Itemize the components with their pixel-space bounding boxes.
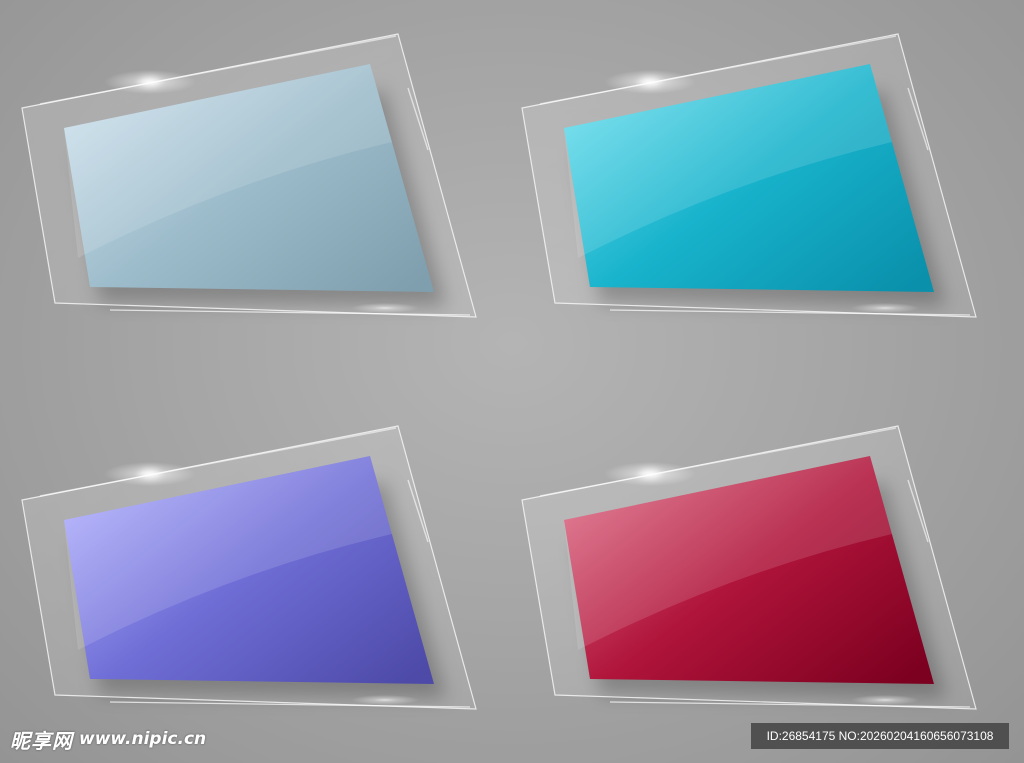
sparkle-core xyxy=(640,78,660,86)
sparkle-flare-bottom xyxy=(851,303,919,313)
glass-panel-light-blue xyxy=(21,33,477,318)
watermark-logo: 昵享网 www.nipic.cn xyxy=(10,722,206,756)
glass-panel-crimson xyxy=(521,425,977,710)
sparkle-core xyxy=(640,470,660,478)
sparkle-core xyxy=(140,78,160,86)
sparkle-core xyxy=(140,470,160,478)
sparkle-flare-bottom xyxy=(851,695,919,705)
watermark-url: www.nipic.cn xyxy=(79,729,207,749)
sparkle-flare-bottom xyxy=(351,695,419,705)
watermark-logo-text: 昵享网 xyxy=(10,728,73,753)
glass-panels-scene xyxy=(21,33,977,710)
glass-panel-purple xyxy=(21,425,477,710)
glass-panel-cyan xyxy=(521,33,977,318)
sparkle-flare-bottom xyxy=(351,303,419,313)
watermark-id-badge: ID:26854175 NO:20260204160656073108 xyxy=(751,723,1009,749)
